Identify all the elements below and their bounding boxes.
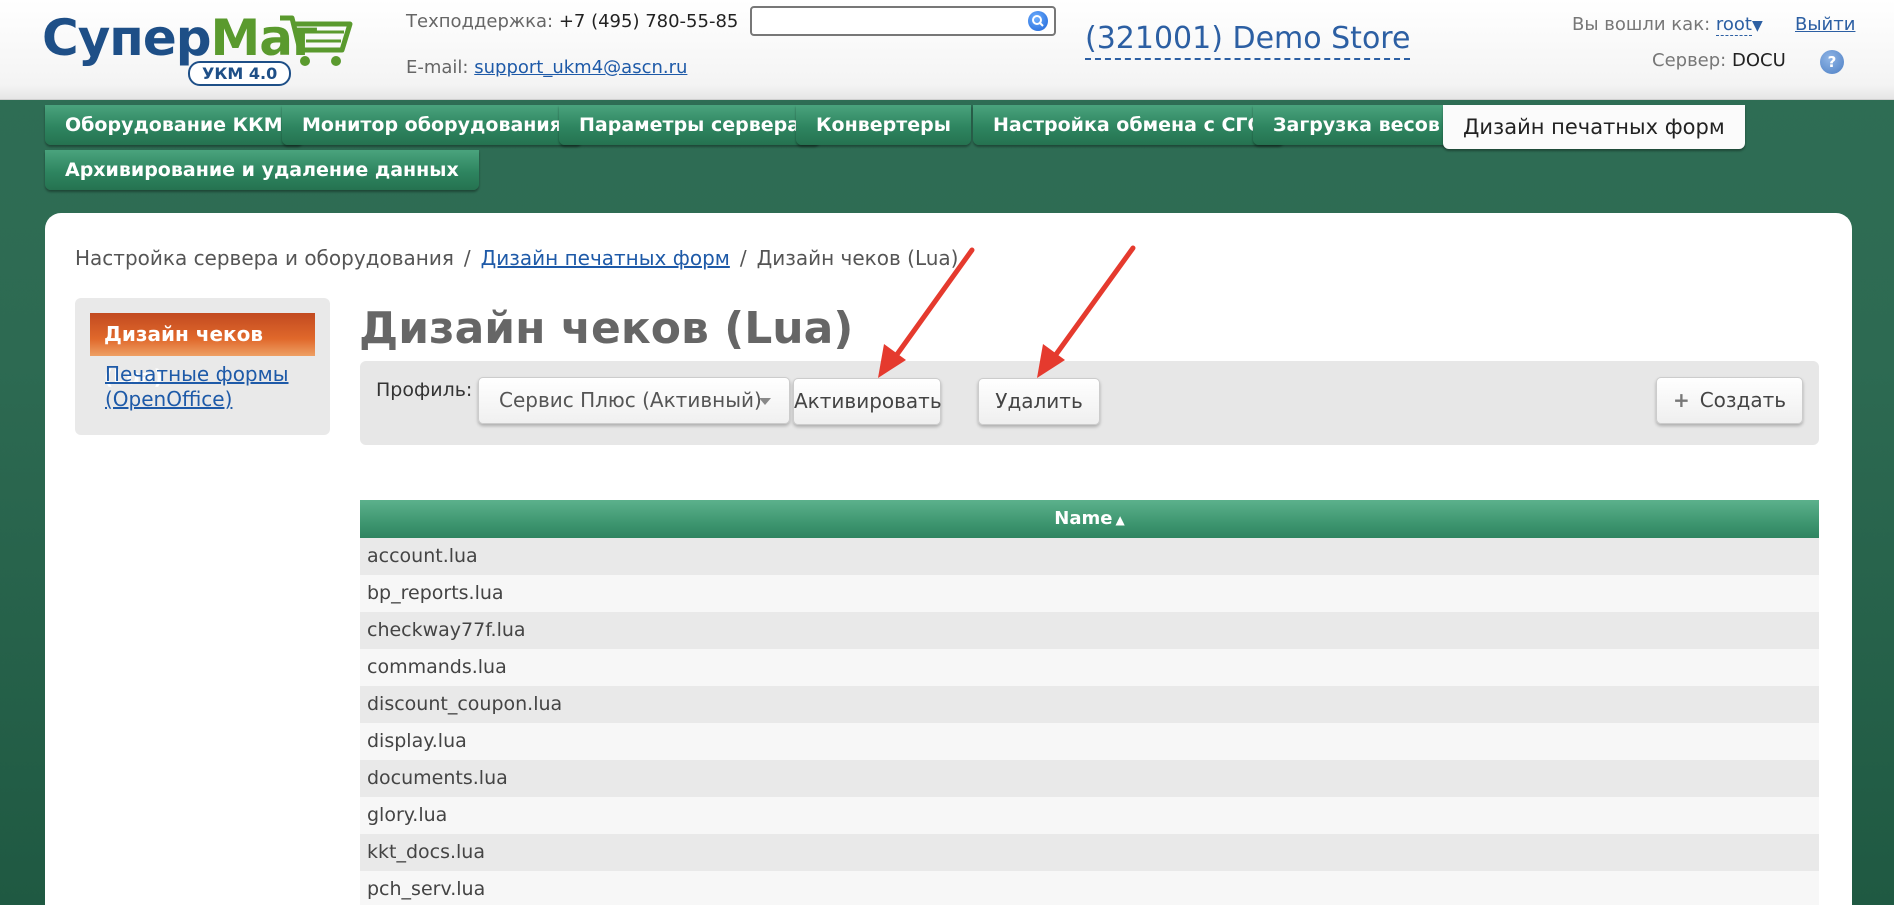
breadcrumb-current: Дизайн чеков (Lua) (756, 246, 959, 270)
table-row[interactable]: discount_coupon.lua (360, 686, 1819, 723)
tab-sgo-exchange[interactable]: Настройка обмена с СГО (973, 105, 1284, 145)
sidenav-item-lua-design[interactable]: Дизайн чеков (Lua) (90, 313, 315, 389)
logo-text: СуперМаг (42, 8, 318, 68)
profile-select[interactable]: Сервис Плюс (Активный) (478, 377, 790, 424)
breadcrumb-root: Настройка сервера и оборудования (75, 246, 454, 270)
logo-part-1: Супер (42, 9, 212, 67)
activate-button[interactable]: Активировать (793, 378, 942, 425)
table-row[interactable]: documents.lua (360, 760, 1819, 797)
chevron-down-icon (759, 398, 771, 405)
column-header-label: Name (1054, 508, 1113, 529)
shopping-cart-icon (280, 15, 353, 66)
app-header: СуперМаг УКМ 4.0 Техподдержка: +7 (495) … (0, 0, 1894, 100)
ukm-version-badge: УКМ 4.0 (188, 61, 292, 86)
search-icon[interactable] (1028, 11, 1048, 31)
logout-link[interactable]: Выйти (1795, 14, 1855, 35)
support-email-link[interactable]: support_ukm4@ascn.ru (474, 57, 687, 78)
table-row[interactable]: display.lua (360, 723, 1819, 760)
side-navigation: Дизайн чеков (Lua) Печатные формы (OpenO… (75, 298, 330, 435)
plus-icon: + (1672, 388, 1690, 412)
tab-archiving[interactable]: Архивирование и удаление данных (45, 150, 479, 190)
store-selector[interactable]: (321001) Demo Store (1085, 20, 1411, 60)
table-row[interactable]: kkt_docs.lua (360, 834, 1819, 871)
table-row[interactable]: checkway77f.lua (360, 612, 1819, 649)
chevron-down-icon[interactable]: ▼ (1752, 18, 1763, 34)
table-body: account.lua bp_reports.lua checkway77f.l… (360, 538, 1819, 905)
column-header-name[interactable]: Name ▲ (360, 500, 1819, 538)
delete-button[interactable]: Удалить (978, 378, 1100, 425)
help-icon[interactable]: ? (1820, 50, 1844, 74)
sidenav-item-openoffice[interactable]: Печатные формы (OpenOffice) (105, 362, 305, 412)
table-row[interactable]: commands.lua (360, 649, 1819, 686)
user-menu[interactable]: root (1715, 14, 1752, 36)
support-phone-label: Техподдержка: (406, 11, 554, 32)
tab-equipment-monitor[interactable]: Монитор оборудования (282, 105, 582, 145)
login-label: Вы вошли как: (1572, 14, 1711, 35)
tab-print-forms-design[interactable]: Дизайн печатных форм (1443, 105, 1745, 149)
profile-select-value: Сервис Плюс (Активный) (499, 388, 762, 412)
server-value: DOCU (1731, 50, 1786, 71)
create-button[interactable]: + Создать (1656, 377, 1803, 424)
page-title: Дизайн чеков (Lua) (359, 303, 854, 354)
breadcrumb-separator: / (463, 246, 471, 270)
tab-kkm-equipment[interactable]: Оборудование ККМ (45, 105, 303, 145)
table-row[interactable]: pch_serv.lua (360, 871, 1819, 905)
server-info: Сервер: DOCU (1652, 50, 1786, 71)
breadcrumb-link-print-forms[interactable]: Дизайн печатных форм (481, 246, 730, 270)
support-email-label: E-mail: (406, 57, 469, 78)
table-row[interactable]: account.lua (360, 538, 1819, 575)
search-input[interactable] (750, 6, 1056, 36)
breadcrumb: Настройка сервера и оборудования / Дизайн … (75, 246, 958, 270)
tab-server-parameters[interactable]: Параметры сервера (559, 105, 821, 145)
tab-converters[interactable]: Конвертеры (796, 105, 971, 145)
login-info: Вы вошли как: root▼ (1572, 14, 1763, 36)
profile-toolbar: Профиль: Сервис Плюс (Активный) Активиро… (360, 361, 1819, 445)
create-button-label: Создать (1699, 388, 1787, 412)
support-info: Техподдержка: +7 (495) 780-55-85 E-mail:… (406, 10, 738, 102)
sort-ascending-icon: ▲ (1115, 513, 1125, 527)
support-phone: +7 (495) 780-55-85 (558, 11, 739, 32)
breadcrumb-separator: / (739, 246, 747, 270)
tab-scales-loading[interactable]: Загрузка весов (1253, 105, 1460, 145)
table-row[interactable]: bp_reports.lua (360, 575, 1819, 612)
server-label: Сервер: (1652, 50, 1727, 71)
supermag-logo[interactable]: СуперМаг УКМ 4.0 (42, 8, 353, 88)
files-table: Name ▲ account.lua bp_reports.lua checkwa… (360, 500, 1819, 905)
profile-label: Профиль: (376, 379, 473, 401)
table-row[interactable]: glory.lua (360, 797, 1819, 834)
